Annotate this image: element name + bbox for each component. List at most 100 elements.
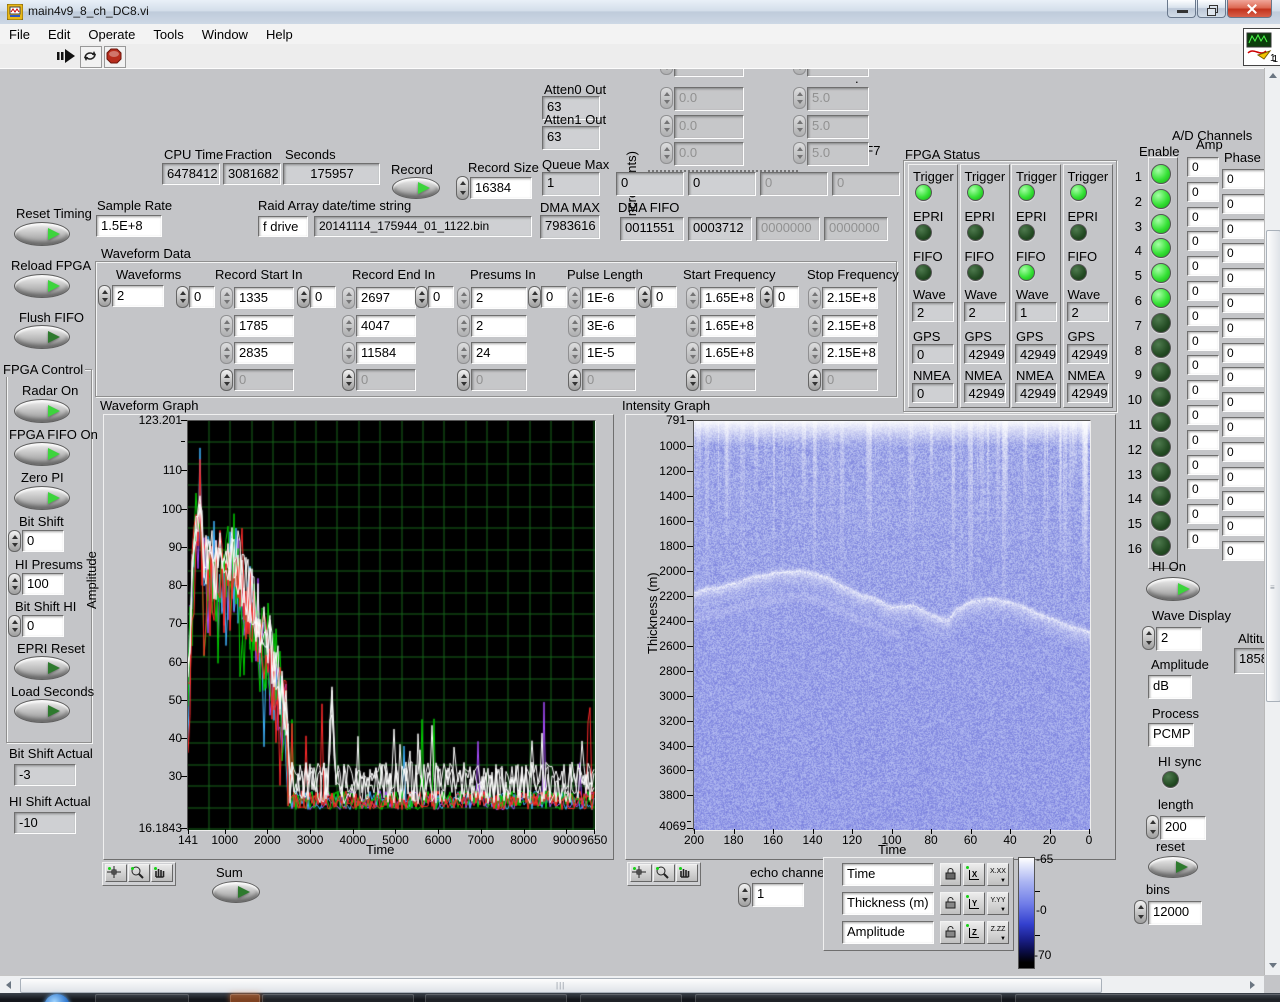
- echo-channel-stepper[interactable]: [738, 883, 751, 907]
- ad-amp-field-15[interactable]: 0: [1187, 504, 1219, 525]
- scroll-right-arrow[interactable]: [1250, 981, 1255, 989]
- ad-amp-field-11[interactable]: 0: [1187, 405, 1219, 425]
- amp-increment-stepper-2[interactable]: [660, 115, 673, 137]
- phase-increment-stepper-0[interactable]: [793, 69, 806, 75]
- stop-frequency-field-1[interactable]: 2.15E+8: [822, 315, 878, 337]
- ad-amp-field-6[interactable]: 0: [1187, 281, 1219, 301]
- wave-display-field[interactable]: 2: [1156, 627, 1202, 651]
- pan-tool-button[interactable]: [151, 864, 173, 882]
- scale-lock-button-y[interactable]: [940, 892, 961, 915]
- waveforms-stepper[interactable]: [98, 285, 111, 307]
- scale-format-button-z[interactable]: Z.ZZ ▼: [987, 921, 1009, 944]
- pulse-length-field-1[interactable]: 3E-6: [582, 315, 636, 337]
- index-stepper-stop-frequency[interactable]: [760, 286, 773, 308]
- color-ramp[interactable]: [1018, 857, 1035, 969]
- ad-enable-led-1[interactable]: [1151, 164, 1171, 184]
- length-field[interactable]: 200: [1160, 816, 1206, 840]
- ad-amp-field-14[interactable]: 0: [1187, 479, 1219, 500]
- scale-axis-button-x[interactable]: X: [963, 863, 985, 886]
- pulse-length-field-0[interactable]: 1E-6: [582, 287, 636, 309]
- ad-phase-field-5[interactable]: 0: [1222, 268, 1264, 289]
- reset-timing-button[interactable]: [14, 222, 70, 246]
- raid-drive-field[interactable]: f drive: [258, 216, 308, 237]
- scroll-down-arrow[interactable]: [1269, 963, 1277, 968]
- windows-taskbar[interactable]: [0, 993, 1280, 1002]
- wave-display-stepper[interactable]: [1142, 626, 1155, 650]
- scale-axis-button-y[interactable]: Y: [963, 892, 985, 915]
- record-end-in-field-2[interactable]: 11584: [356, 342, 416, 364]
- pulse-length-field-2[interactable]: 1E-5: [582, 342, 636, 364]
- ad-phase-field-12[interactable]: 0: [1222, 441, 1264, 462]
- ad-amp-field-13[interactable]: 0: [1187, 454, 1219, 475]
- index-field-start-frequency[interactable]: 0: [651, 286, 677, 308]
- vertical-scrollbar[interactable]: ≡: [1264, 68, 1280, 975]
- ad-phase-field-13[interactable]: 0: [1222, 466, 1264, 487]
- scale-name-field-x[interactable]: Time: [842, 863, 934, 886]
- pulse-length-stepper-2[interactable]: [568, 342, 581, 364]
- index-stepper-start-frequency[interactable]: [638, 286, 651, 308]
- ad-phase-field-6[interactable]: 0: [1222, 293, 1264, 313]
- ad-phase-field-8[interactable]: 0: [1222, 342, 1264, 363]
- radar-on-button[interactable]: [14, 399, 70, 423]
- ad-phase-field-15[interactable]: 0: [1222, 516, 1264, 537]
- record-end-in-stepper-0[interactable]: [342, 287, 355, 309]
- ad-amp-field-7[interactable]: 0: [1187, 305, 1219, 326]
- minimize-button[interactable]: [1167, 0, 1196, 18]
- title-bar[interactable]: main4v9_8_ch_DC8.vi: [0, 0, 1280, 25]
- ad-phase-field-4[interactable]: 0: [1222, 243, 1264, 264]
- start-orb[interactable]: [44, 994, 70, 1002]
- phase-increment-stepper-2[interactable]: [793, 115, 806, 137]
- hi-on-button[interactable]: [1146, 577, 1200, 601]
- close-button[interactable]: [1227, 0, 1272, 18]
- amp-increment-stepper-1[interactable]: [660, 87, 673, 109]
- record-button[interactable]: [392, 177, 440, 199]
- record-end-in-stepper-2[interactable]: [342, 342, 355, 364]
- bit-shift-stepper[interactable]: [8, 530, 21, 552]
- presums-in-field-1[interactable]: 2: [471, 315, 527, 337]
- ad-phase-field-9[interactable]: 0: [1222, 367, 1264, 388]
- record-start-in-stepper-2[interactable]: [220, 342, 233, 364]
- reload-fpga-button[interactable]: [14, 274, 70, 298]
- presums-in-stepper-0[interactable]: [457, 287, 470, 309]
- record-end-in-stepper-1[interactable]: [342, 315, 355, 337]
- run-continuous-button[interactable]: [80, 46, 102, 68]
- stop-frequency-stepper-1[interactable]: [808, 315, 821, 337]
- horizontal-scrollbar[interactable]: |||: [0, 975, 1264, 994]
- waveforms-field[interactable]: 2: [112, 285, 164, 307]
- zoom-tool-button[interactable]: [653, 864, 675, 882]
- ad-amp-field-2[interactable]: 0: [1187, 181, 1219, 202]
- stop-frequency-stepper-0[interactable]: [808, 287, 821, 309]
- record-start-in-field-1[interactable]: 1785: [234, 315, 294, 337]
- ad-enable-led-2[interactable]: [1151, 188, 1171, 209]
- restore-button[interactable]: [1197, 0, 1226, 18]
- ad-amp-field-16[interactable]: 0: [1187, 529, 1219, 549]
- intensity-graph-plot[interactable]: [693, 420, 1091, 831]
- ad-enable-led-12[interactable]: [1151, 436, 1171, 457]
- ad-phase-field-11[interactable]: 0: [1222, 417, 1264, 437]
- scale-format-button-x[interactable]: X.XX ▼: [987, 863, 1009, 886]
- menu-item-edit[interactable]: Edit: [39, 27, 79, 42]
- waveform-graph-plot[interactable]: [187, 420, 596, 831]
- index-stepper-presums-in[interactable]: [415, 286, 428, 308]
- ad-phase-field-3[interactable]: 0: [1222, 218, 1264, 239]
- reset-button[interactable]: [1148, 856, 1198, 878]
- vscroll-thumb[interactable]: ≡: [1266, 230, 1280, 702]
- ad-amp-field-1[interactable]: 0: [1187, 157, 1219, 177]
- ad-amp-field-3[interactable]: 0: [1187, 206, 1219, 227]
- menu-item-operate[interactable]: Operate: [79, 27, 144, 42]
- record-end-in-field-1[interactable]: 4047: [356, 315, 416, 337]
- record-start-in-stepper-1[interactable]: [220, 315, 233, 337]
- ad-enable-led-8[interactable]: [1151, 337, 1171, 358]
- record-size-field[interactable]: 16384: [470, 177, 532, 199]
- scale-axis-button-z[interactable]: Z: [963, 921, 985, 944]
- scroll-up-arrow[interactable]: [1269, 73, 1277, 78]
- fpga-fifo-on-button[interactable]: [14, 442, 70, 466]
- zoom-tool-button[interactable]: [128, 864, 150, 882]
- flush-fifo-button[interactable]: [14, 325, 70, 349]
- phase-increment-stepper-1[interactable]: [793, 87, 806, 109]
- scale-name-field-y[interactable]: Thickness (m): [842, 892, 934, 915]
- length-stepper[interactable]: [1146, 815, 1159, 839]
- record-start-in-field-2[interactable]: 2835: [234, 342, 294, 364]
- presums-in-stepper-2[interactable]: [457, 342, 470, 364]
- stop-frequency-field-2[interactable]: 2.15E+8: [822, 342, 878, 364]
